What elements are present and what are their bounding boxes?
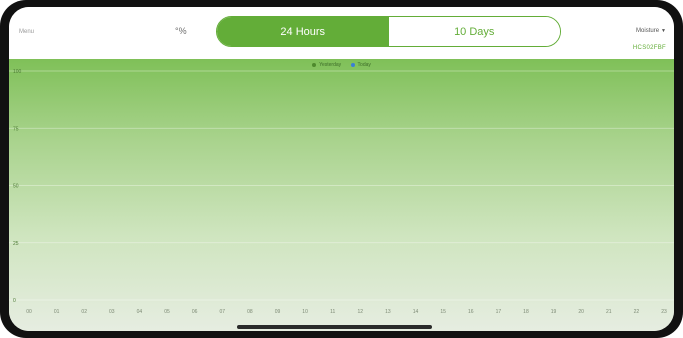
tab-10-days[interactable]: 10 Days [388,17,560,46]
moisture-chart: Yesterday Today 100 75 50 25 0 00 01 02 03 04 05 0… [9,59,674,331]
x-tick-label: 03 [109,309,115,315]
x-tick-label: 20 [578,309,584,315]
x-tick-label: 10 [302,309,308,315]
x-tick-label: 17 [496,309,502,315]
x-tick-label: 16 [468,309,474,315]
metric-dropdown[interactable]: Moisture ▼ [633,19,666,37]
top-bar: Menu °% 24 Hours 10 Days Moisture ▼ HCS02… [9,7,674,59]
chevron-down-icon: ▼ [661,28,666,34]
y-tick-label: 0 [13,298,16,304]
y-tick-label: 75 [13,126,19,132]
x-tick-label: 00 [26,309,32,315]
x-tick-label: 01 [54,309,60,315]
menu-button[interactable]: Menu [19,29,34,35]
x-tick-label: 13 [385,309,391,315]
metric-label: Moisture [636,28,660,34]
x-tick-label: 18 [523,309,529,315]
device-id: HCS02FBF [632,45,666,51]
x-tick-label: 07 [219,309,225,315]
metric-selector[interactable]: Moisture ▼ HCS02FBF [633,19,666,51]
chart-plot: 100 75 50 25 0 00 01 02 03 04 05 06 07 08 09 10 11 12 13 1… [9,69,674,315]
x-tick-label: 04 [137,309,143,315]
time-range-segmented-control: 24 Hours 10 Days [216,16,561,47]
x-tick-label: 06 [192,309,198,315]
x-tick-label: 14 [413,309,419,315]
x-tick-label: 08 [247,309,253,315]
x-tick-label: 02 [81,309,87,315]
x-tick-label: 05 [164,309,170,315]
app-screen: Menu °% 24 Hours 10 Days Moisture ▼ HCS02… [9,7,674,331]
device-frame: Menu °% 24 Hours 10 Days Moisture ▼ HCS02… [0,0,683,338]
x-tick-label: 22 [634,309,640,315]
unit-toggle-button[interactable]: °% [175,26,187,36]
x-tick-label: 15 [440,309,446,315]
x-tick-label: 11 [330,309,335,315]
x-tick-label: 12 [358,309,364,315]
y-tick-label: 100 [13,69,22,75]
x-tick-label: 23 [661,309,667,315]
x-tick-label: 09 [275,309,281,315]
y-tick-label: 50 [13,184,19,190]
home-indicator [237,325,432,329]
tab-24-hours[interactable]: 24 Hours [217,17,389,46]
x-tick-label: 21 [606,309,612,315]
x-tick-label: 19 [551,309,557,315]
y-tick-label: 25 [13,241,19,247]
